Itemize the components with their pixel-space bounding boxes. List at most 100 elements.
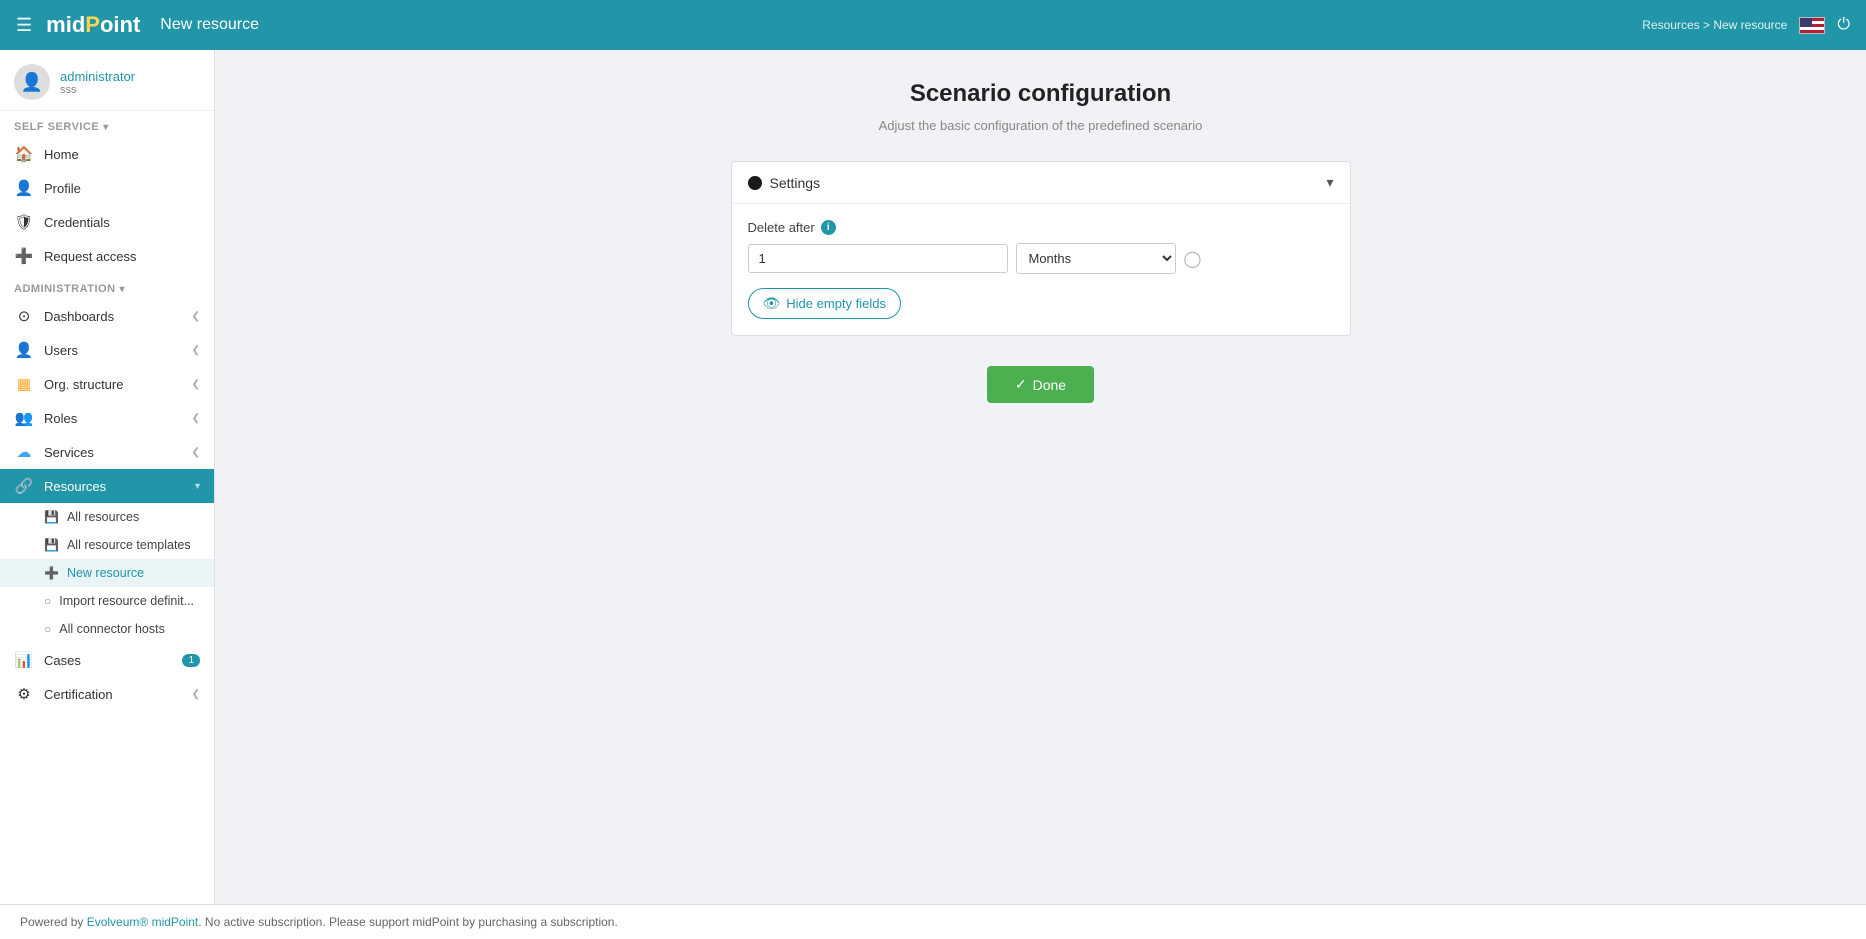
new-resource-icon: ➕ bbox=[44, 566, 59, 580]
sidebar-item-profile[interactable]: 👤 Profile bbox=[0, 171, 214, 205]
sidebar-item-dashboards[interactable]: ⊙ Dashboards ❮ bbox=[0, 299, 214, 333]
credentials-icon: 🛡 bbox=[14, 213, 34, 231]
brand-logo: midPoint bbox=[46, 12, 140, 38]
navbar: ☰ midPoint New resource Resources > New … bbox=[0, 0, 1866, 50]
all-connector-hosts-icon: ○ bbox=[44, 622, 51, 636]
footer: Powered by Evolveum® midPoint. No active… bbox=[0, 904, 1866, 939]
sidebar-subitem-all-connector-hosts[interactable]: ○ All connector hosts bbox=[0, 615, 214, 643]
sidebar-item-services[interactable]: ☁ Services ❮ bbox=[0, 435, 214, 469]
user-sub: sss bbox=[60, 84, 135, 96]
navbar-title: New resource bbox=[160, 16, 259, 34]
sidebar-subitem-label: All resource templates bbox=[67, 538, 191, 552]
sidebar-subitem-all-resource-templates[interactable]: 💾 All resource templates bbox=[0, 531, 214, 559]
profile-icon: 👤 bbox=[14, 179, 34, 197]
sidebar-subitem-label: Import resource definit... bbox=[59, 594, 194, 608]
settings-dot-icon bbox=[748, 176, 762, 190]
admin-chevron: ▾ bbox=[120, 284, 126, 295]
main-content: Scenario configuration Adjust the basic … bbox=[215, 50, 1866, 904]
app-body: 👤 administrator sss SELF SERVICE ▾ 🏠 Hom… bbox=[0, 50, 1866, 904]
sidebar: 👤 administrator sss SELF SERVICE ▾ 🏠 Hom… bbox=[0, 50, 215, 904]
unit-select[interactable]: Minutes Hours Days Weeks Months Years bbox=[1016, 243, 1176, 274]
sidebar-item-label: Cases bbox=[44, 653, 81, 668]
sidebar-subitem-label: New resource bbox=[67, 566, 144, 580]
delete-after-label: Delete after i bbox=[748, 220, 1334, 235]
sidebar-subitem-label: All resources bbox=[67, 510, 139, 524]
footer-link[interactable]: Evolveum® midPoint bbox=[87, 915, 199, 929]
hamburger-icon[interactable]: ☰ bbox=[16, 15, 32, 36]
self-service-chevron: ▾ bbox=[103, 122, 109, 133]
import-resource-icon: ○ bbox=[44, 594, 51, 608]
expand-arrow-icon: ❮ bbox=[192, 379, 200, 390]
expand-arrow-icon: ❮ bbox=[192, 447, 200, 458]
settings-chevron-icon: ▾ bbox=[1326, 174, 1333, 191]
sidebar-subitem-new-resource[interactable]: ➕ New resource bbox=[0, 559, 214, 587]
navbar-right: Resources > New resource ⏻ bbox=[1642, 16, 1850, 34]
sidebar-item-label: Request access bbox=[44, 249, 137, 264]
sidebar-item-certification[interactable]: ⚙ Certification ❮ bbox=[0, 677, 214, 711]
sidebar-item-org-structure[interactable]: ▦ Org. structure ❮ bbox=[0, 367, 214, 401]
all-resources-icon: 💾 bbox=[44, 510, 59, 524]
expand-arrow-icon: ❮ bbox=[192, 345, 200, 356]
sidebar-item-request-access[interactable]: ➕ Request access bbox=[0, 239, 214, 273]
sidebar-item-label: Resources bbox=[44, 479, 106, 494]
sidebar-item-home[interactable]: 🏠 Home bbox=[0, 137, 214, 171]
cases-icon: 📊 bbox=[14, 651, 34, 669]
sidebar-item-label: Certification bbox=[44, 687, 113, 702]
home-icon: 🏠 bbox=[14, 145, 34, 163]
page-title: Scenario configuration bbox=[255, 80, 1826, 108]
info-icon[interactable]: i bbox=[821, 220, 836, 235]
expand-arrow-icon: ❮ bbox=[192, 689, 200, 700]
self-service-section-label: SELF SERVICE ▾ bbox=[0, 111, 214, 137]
request-access-icon: ➕ bbox=[14, 247, 34, 265]
sidebar-item-cases[interactable]: 📊 Cases 1 bbox=[0, 643, 214, 677]
power-icon[interactable]: ⏻ bbox=[1837, 16, 1850, 34]
sidebar-subitem-import-resource[interactable]: ○ Import resource definit... bbox=[0, 587, 214, 615]
sidebar-item-resources[interactable]: 🔗 Resources ▾ bbox=[0, 469, 214, 503]
sidebar-subitem-all-resources[interactable]: 💾 All resources bbox=[0, 503, 214, 531]
done-label: Done bbox=[1033, 377, 1066, 393]
services-icon: ☁ bbox=[14, 443, 34, 461]
hide-empty-fields-button[interactable]: 👁 Hide empty fields bbox=[748, 288, 902, 319]
checkmark-icon: ✓ bbox=[1015, 376, 1027, 393]
sidebar-item-credentials[interactable]: 🛡 Credentials bbox=[0, 205, 214, 239]
sidebar-item-label: Roles bbox=[44, 411, 77, 426]
eye-icon: 👁 bbox=[763, 295, 781, 312]
sidebar-item-label: Dashboards bbox=[44, 309, 114, 324]
sidebar-subitem-label: All connector hosts bbox=[59, 622, 165, 636]
sidebar-item-label: Services bbox=[44, 445, 94, 460]
org-structure-icon: ▦ bbox=[14, 375, 34, 393]
resources-icon: 🔗 bbox=[14, 477, 34, 495]
sidebar-item-label: Profile bbox=[44, 181, 81, 196]
avatar: 👤 bbox=[14, 64, 50, 100]
hide-empty-label: Hide empty fields bbox=[786, 296, 886, 311]
settings-title: Settings bbox=[770, 175, 821, 191]
sidebar-item-roles[interactable]: 👥 Roles ❮ bbox=[0, 401, 214, 435]
expand-arrow-icon: ▾ bbox=[195, 481, 200, 492]
cases-badge: 1 bbox=[182, 654, 200, 667]
user-details: administrator sss bbox=[60, 69, 135, 96]
footer-text-after: . No active subscription. Please support… bbox=[198, 915, 618, 929]
settings-card-header[interactable]: Settings ▾ bbox=[732, 162, 1350, 204]
users-icon: 👤 bbox=[14, 341, 34, 359]
avatar-icon: 👤 bbox=[21, 72, 43, 93]
footer-text-before: Powered by bbox=[20, 915, 87, 929]
expand-arrow-icon: ❮ bbox=[192, 413, 200, 424]
expand-arrow-icon: ❮ bbox=[192, 311, 200, 322]
delete-after-row: Minutes Hours Days Weeks Months Years ◯ bbox=[748, 243, 1334, 274]
language-flag-icon[interactable] bbox=[1799, 17, 1825, 34]
all-resource-templates-icon: 💾 bbox=[44, 538, 59, 552]
sidebar-item-label: Users bbox=[44, 343, 78, 358]
dashboards-icon: ⊙ bbox=[14, 307, 34, 325]
delete-after-number-input[interactable] bbox=[748, 244, 1008, 273]
clear-button[interactable]: ◯ bbox=[1182, 247, 1204, 271]
page-subtitle: Adjust the basic configuration of the pr… bbox=[255, 118, 1826, 133]
roles-icon: 👥 bbox=[14, 409, 34, 427]
sidebar-item-label: Home bbox=[44, 147, 79, 162]
done-button[interactable]: ✓ Done bbox=[987, 366, 1094, 403]
sidebar-item-label: Credentials bbox=[44, 215, 110, 230]
breadcrumb: Resources > New resource bbox=[1642, 18, 1787, 32]
user-info: 👤 administrator sss bbox=[0, 50, 214, 111]
done-section: ✓ Done bbox=[255, 366, 1826, 403]
sidebar-item-users[interactable]: 👤 Users ❮ bbox=[0, 333, 214, 367]
certification-icon: ⚙ bbox=[14, 685, 34, 703]
